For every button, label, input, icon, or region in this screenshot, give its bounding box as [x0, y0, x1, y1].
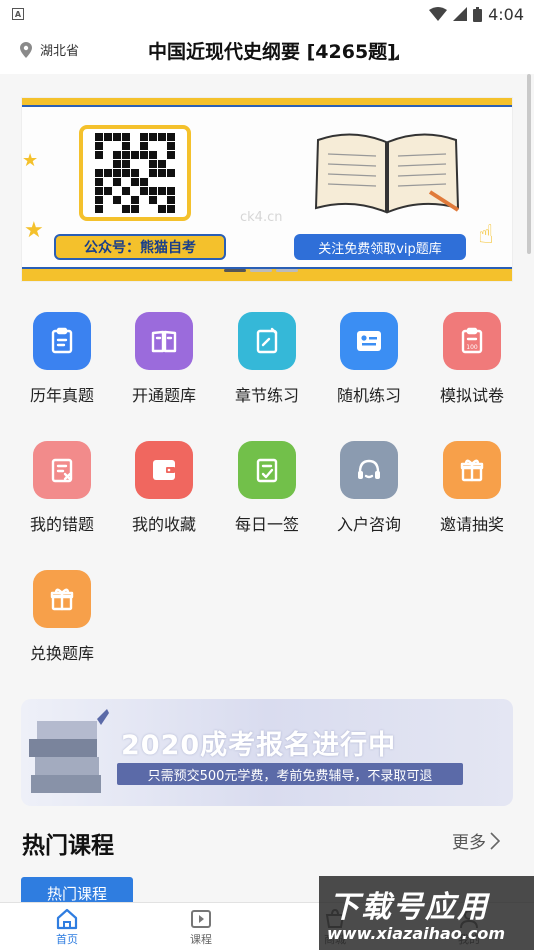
- promo-headline: 2020成考报名进行中: [121, 730, 397, 761]
- grid-item-2[interactable]: 开通题库: [114, 312, 214, 406]
- grid-item-label: 每日一签: [234, 515, 299, 534]
- grid-item-6[interactable]: 我的错题: [12, 441, 112, 535]
- qr-code: [79, 125, 191, 221]
- site-watermark-title: 下载号应用: [329, 890, 489, 925]
- carousel-dot[interactable]: [276, 269, 298, 272]
- location-label: 湖北省: [40, 44, 80, 59]
- headset-icon: [340, 441, 398, 499]
- grid-item-label: 兑换题库: [29, 644, 94, 663]
- banner-carousel[interactable]: ★ ★ ck4.cn 公众号：熊猫自考 关注免费领取vip题库 ☝: [21, 97, 513, 282]
- grid-item-label: 开通题库: [131, 386, 196, 405]
- grid-item-1[interactable]: 历年真题: [12, 312, 112, 406]
- grid-item-label: 历年真题: [29, 386, 94, 405]
- grid-item-3[interactable]: 章节练习: [217, 312, 317, 406]
- grid-item-label: 我的错题: [29, 515, 94, 534]
- pointing-hand-icon: ☝: [478, 220, 494, 250]
- promo-banner[interactable]: 2020成考报名进行中 只需预交500元学费，考前免费辅导，不录取可退: [21, 699, 513, 806]
- gift-icon: [33, 570, 91, 628]
- more-label: 更多: [452, 833, 486, 853]
- home-icon: [32, 907, 102, 931]
- grid-item-label: 随机练习: [336, 386, 401, 405]
- open-book-icon: [135, 312, 193, 370]
- nav-item-label: 首页: [56, 933, 78, 946]
- banner-watermark: ck4.cn: [240, 210, 283, 225]
- wrong-doc-icon: [33, 441, 91, 499]
- promo-subtitle: 只需预交500元学费，考前免费辅导，不录取可退: [117, 763, 463, 785]
- status-bar: A 4:04: [0, 0, 534, 28]
- subject-title[interactable]: 中国近现代史纲要 [4265题]: [148, 37, 396, 64]
- signal-icon: [453, 7, 468, 21]
- svg-text:100: 100: [466, 344, 478, 351]
- more-link[interactable]: 更多: [452, 828, 500, 853]
- nav-item-1[interactable]: 首页: [32, 907, 102, 947]
- star-icon: ★: [22, 150, 39, 171]
- nav-item-label: 课程: [190, 933, 212, 946]
- grid-item-label: 入户咨询: [336, 515, 401, 534]
- edit-doc-icon: [238, 312, 296, 370]
- scrollbar[interactable]: [527, 74, 531, 254]
- carousel-dot[interactable]: [224, 269, 246, 272]
- grid-item-11[interactable]: 兑换题库: [12, 570, 112, 664]
- site-watermark: 下载号应用 www.xiazaihao.com: [319, 876, 534, 950]
- wallet-icon: [135, 441, 193, 499]
- banner-label-wechat: 公众号：熊猫自考: [54, 234, 226, 260]
- grid-item-5[interactable]: 100 模拟试卷: [422, 312, 522, 406]
- grid-item-4[interactable]: 随机练习: [319, 312, 419, 406]
- open-book-illustration: [314, 133, 460, 214]
- location-selector[interactable]: 湖北省: [20, 40, 79, 59]
- app-header: 湖北省 中国近现代史纲要 [4265题]: [0, 28, 534, 74]
- grid-item-9[interactable]: 入户咨询: [319, 441, 419, 535]
- star-icon: ★: [24, 218, 44, 243]
- chevron-right-icon: [490, 831, 500, 850]
- banner-top-strip: [22, 98, 512, 107]
- notification-icon: A: [12, 8, 24, 20]
- carousel-dot[interactable]: [250, 269, 272, 272]
- id-card-icon: [340, 312, 398, 370]
- grid-item-label: 邀请抽奖: [439, 515, 504, 534]
- grid-item-label: 模拟试卷: [439, 386, 504, 405]
- site-watermark-url: www.xiazaihao.com: [327, 924, 505, 943]
- location-pin-icon: [20, 41, 32, 58]
- grid-item-label: 章节练习: [234, 386, 299, 405]
- grid-item-10[interactable]: 邀请抽奖: [422, 441, 522, 535]
- sign-doc-icon: [238, 441, 296, 499]
- grid-item-7[interactable]: 我的收藏: [114, 441, 214, 535]
- nav-item-2[interactable]: 课程: [166, 907, 236, 947]
- hot-courses-title: 热门课程: [22, 833, 114, 859]
- dropdown-caret-icon[interactable]: [393, 54, 399, 60]
- score-paper-icon: 100: [443, 312, 501, 370]
- banner-label-vip[interactable]: 关注免费领取vip题库: [294, 234, 466, 260]
- wifi-icon: [429, 7, 448, 21]
- gift-icon: [443, 441, 501, 499]
- battery-icon: [473, 6, 483, 22]
- play-icon: [166, 907, 236, 931]
- carousel-indicator: [224, 269, 298, 272]
- status-indicators: 4:04: [429, 5, 524, 24]
- qr-code-pattern: [95, 133, 175, 213]
- exam-paper-icon: [33, 312, 91, 370]
- book-stack-illustration: [29, 709, 109, 793]
- grid-item-label: 我的收藏: [131, 515, 196, 534]
- grid-item-8[interactable]: 每日一签: [217, 441, 317, 535]
- status-time: 4:04: [488, 4, 524, 24]
